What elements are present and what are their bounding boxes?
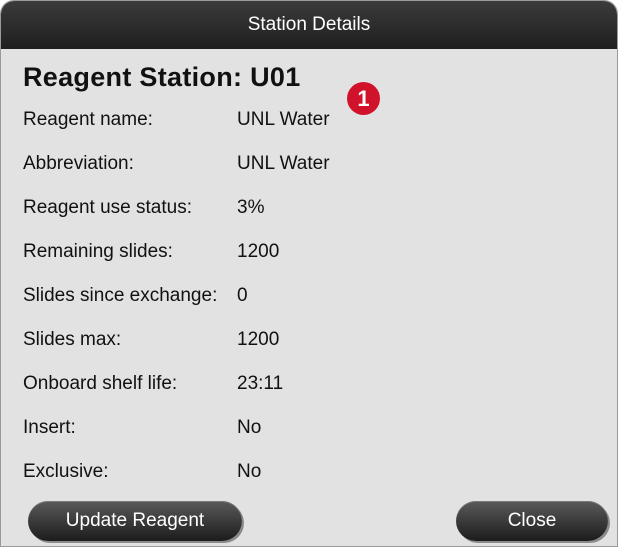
field-label: Remaining slides: (23, 241, 173, 262)
field-value: 0 (237, 285, 248, 306)
field-value: 1200 (237, 329, 280, 350)
dialog-titlebar: Station Details (1, 1, 617, 49)
close-button[interactable]: Close (456, 501, 608, 541)
field-value: 3% (237, 197, 265, 218)
dialog-title: Station Details (247, 14, 371, 35)
field-label: Slides max: (23, 329, 122, 350)
callout-badge: 1 (347, 82, 380, 115)
field-value: No (237, 461, 262, 482)
field-value: UNL Water (237, 109, 330, 130)
field-label: Reagent use status: (23, 197, 192, 218)
field-value: UNL Water (237, 153, 330, 174)
field-label: Onboard shelf life: (23, 373, 178, 394)
field-label: Reagent name: (23, 109, 153, 130)
station-heading: Reagent Station: U01 (23, 62, 301, 92)
field-value: 23:11 (237, 373, 284, 394)
field-value: 1200 (237, 241, 280, 262)
field-label: Exclusive: (23, 461, 109, 482)
station-details-dialog: Station Details Reagent Station: U01 1 R… (0, 0, 618, 547)
field-label: Insert: (23, 417, 76, 438)
field-label: Slides since exchange: (23, 285, 218, 306)
update-reagent-button[interactable]: Update Reagent (28, 501, 242, 541)
field-label: Abbreviation: (23, 153, 134, 174)
field-value: No (237, 417, 262, 438)
